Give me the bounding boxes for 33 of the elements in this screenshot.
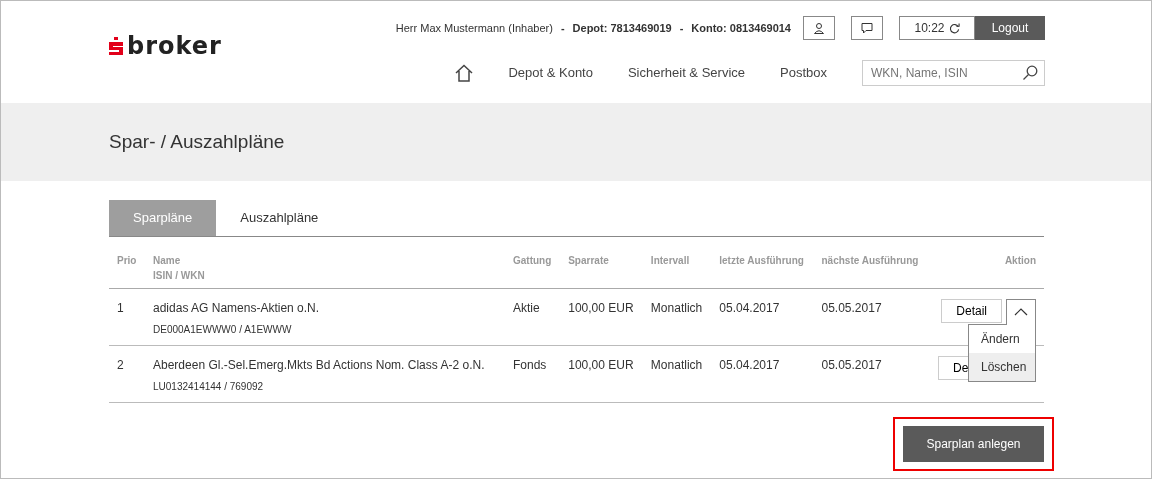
table-cell: 100,00 EUR <box>568 300 634 315</box>
table-cell: 1 <box>117 300 124 315</box>
table-cell: Fonds <box>513 357 547 372</box>
depot-number: Depot: 7813469019 <box>572 20 672 36</box>
column-header: Intervall <box>650 253 691 268</box>
separator: - <box>560 20 565 36</box>
account-number: Konto: 0813469014 <box>691 20 791 36</box>
table-cell: Monatlich <box>650 300 703 315</box>
column-header: Aktion <box>1003 253 1036 268</box>
table-cell: 05.05.2017 <box>821 357 882 372</box>
table-cell: Aktie <box>513 300 540 315</box>
column-header: Prio <box>117 253 137 268</box>
table-cell: 2 <box>117 357 124 372</box>
separator: - <box>679 20 684 36</box>
column-header: Name <box>153 253 182 268</box>
column-header: Gattung <box>513 253 553 268</box>
page-title: Spar- / Auszahlpläne <box>109 130 285 154</box>
security-name: Aberdeen Gl.-Sel.Emerg.Mkts Bd Actions Nom. Class A-2 o.N. <box>153 357 485 372</box>
column-header: letzte Ausführung <box>719 253 805 268</box>
table-cell: 05.05.2017 <box>821 300 882 315</box>
isin-wkn: DE000A1EWWW0 / A1EWWW <box>153 322 293 337</box>
security-name: adidas AG Namens-Aktien o.N. <box>153 300 320 315</box>
column-header: nächste Ausführung <box>821 253 920 268</box>
logo-text: broker <box>127 34 222 58</box>
table-cell: 05.04.2017 <box>719 300 780 315</box>
table-cell: Monatlich <box>650 357 703 372</box>
user-name: Herr Max Mustermann (Inhaber) <box>395 20 553 36</box>
column-header: Sparrate <box>568 253 610 268</box>
column-subheader: ISIN / WKN <box>153 268 206 283</box>
table-cell: 05.04.2017 <box>719 357 780 372</box>
isin-wkn: LU0132414144 / 769092 <box>153 379 265 394</box>
session-timer: 10:22 <box>899 16 975 40</box>
table-cell: 100,00 EUR <box>568 357 634 372</box>
